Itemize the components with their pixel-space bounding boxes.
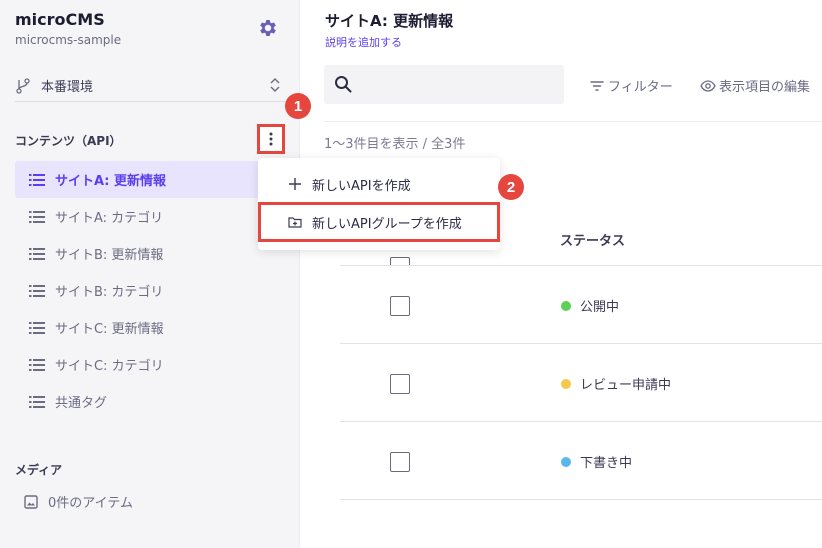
filter-label: フィルター bbox=[608, 80, 673, 95]
api-item-label: サイトC: カテゴリ bbox=[55, 359, 164, 374]
service-name: microCMS bbox=[15, 10, 105, 29]
plus-icon bbox=[289, 178, 301, 190]
api-item-common-tags[interactable]: 共通タグ bbox=[15, 383, 291, 420]
menu-item-new-api[interactable]: 新しいAPIを作成 bbox=[258, 164, 500, 204]
status-dot bbox=[561, 379, 571, 389]
list-icon bbox=[29, 321, 45, 334]
menu-item-label: 新しいAPIグループを作成 bbox=[312, 216, 462, 232]
status-dot bbox=[561, 457, 571, 467]
image-icon bbox=[24, 494, 38, 509]
api-item-site-c-news[interactable]: サイトC: 更新情報 bbox=[15, 309, 291, 346]
environment-selector[interactable]: 本番環境 bbox=[15, 70, 291, 102]
media-section-title: メディア bbox=[15, 463, 63, 477]
branch-icon bbox=[16, 77, 30, 94]
table-row[interactable]: レビュー申請中 bbox=[340, 344, 822, 422]
row-checkbox[interactable] bbox=[390, 452, 410, 472]
list-icon bbox=[29, 210, 45, 223]
media-item-label: 0件のアイテム bbox=[48, 496, 133, 511]
step-badge-1: 1 bbox=[285, 93, 311, 119]
chevron-updown-icon bbox=[270, 78, 280, 92]
search-box bbox=[324, 65, 564, 104]
list-icon bbox=[29, 395, 45, 408]
menu-item-new-api-group[interactable]: 新しいAPIグループを作成 bbox=[258, 202, 500, 242]
table-row[interactable]: 公開中 bbox=[340, 266, 822, 344]
api-item-label: サイトC: 更新情報 bbox=[55, 322, 164, 337]
divider bbox=[324, 121, 822, 122]
row-checkbox[interactable] bbox=[390, 374, 410, 394]
api-item-label: 共通タグ bbox=[55, 396, 108, 411]
api-menu-kebab-button[interactable] bbox=[257, 124, 285, 154]
status-dot bbox=[561, 301, 571, 311]
sidebar: microCMS microcms-sample 本番環境 コンテンツ（API）… bbox=[0, 0, 300, 548]
api-item-label: サイトB: カテゴリ bbox=[55, 285, 164, 300]
service-id: microcms-sample bbox=[15, 33, 122, 47]
row-checkbox[interactable] bbox=[390, 296, 410, 316]
list-icon bbox=[29, 173, 45, 186]
filter-icon bbox=[590, 80, 604, 91]
api-item-label: サイトA: 更新情報 bbox=[55, 174, 167, 189]
list-icon bbox=[29, 358, 45, 371]
media-library-item[interactable]: 0件のアイテム bbox=[24, 492, 133, 511]
select-all-checkbox[interactable] bbox=[390, 257, 410, 265]
display-items-label: 表示項目の編集 bbox=[719, 80, 811, 95]
api-item-site-a-news[interactable]: サイトA: 更新情報 bbox=[15, 161, 291, 198]
status-column-header[interactable]: ステータス bbox=[560, 230, 625, 249]
page-title: サイトA: 更新情報 bbox=[325, 12, 454, 30]
contents-section-title: コンテンツ（API） bbox=[15, 134, 122, 148]
api-item-label: サイトB: 更新情報 bbox=[55, 248, 164, 263]
api-dropdown-menu: 新しいAPIを作成 新しいAPIグループを作成 bbox=[258, 158, 500, 250]
kebab-icon bbox=[269, 132, 273, 146]
step-badge-2: 2 bbox=[498, 174, 524, 200]
list-icon bbox=[29, 247, 45, 260]
eye-icon bbox=[700, 79, 716, 92]
result-count: 1〜3件目を表示 / 全3件 bbox=[324, 137, 466, 152]
api-item-site-b-category[interactable]: サイトB: カテゴリ bbox=[15, 272, 291, 309]
add-description-link[interactable]: 説明を追加する bbox=[325, 34, 402, 50]
brand: microCMS microcms-sample bbox=[15, 10, 121, 47]
menu-item-label: 新しいAPIを作成 bbox=[312, 178, 411, 194]
table-row[interactable]: 下書き中 bbox=[340, 422, 822, 500]
api-list: サイトA: 更新情報 サイトA: カテゴリ サイトB: 更新情報 サイトB: カ… bbox=[15, 161, 291, 420]
status-text: 公開中 bbox=[580, 300, 620, 315]
api-item-label: サイトA: カテゴリ bbox=[55, 211, 164, 226]
status-text: 下書き中 bbox=[580, 456, 633, 471]
api-item-site-c-category[interactable]: サイトC: カテゴリ bbox=[15, 346, 291, 383]
status-text: レビュー申請中 bbox=[580, 378, 672, 393]
api-item-site-b-news[interactable]: サイトB: 更新情報 bbox=[15, 235, 291, 272]
folder-plus-icon bbox=[288, 217, 302, 228]
list-icon bbox=[29, 284, 45, 297]
filter-button[interactable]: フィルター bbox=[590, 76, 673, 95]
search-input[interactable] bbox=[362, 73, 552, 95]
edit-display-items-button[interactable]: 表示項目の編集 bbox=[700, 76, 810, 95]
gear-icon[interactable] bbox=[257, 17, 279, 39]
search-icon bbox=[335, 76, 352, 93]
api-item-site-a-category[interactable]: サイトA: カテゴリ bbox=[15, 198, 291, 235]
environment-label: 本番環境 bbox=[41, 80, 94, 95]
